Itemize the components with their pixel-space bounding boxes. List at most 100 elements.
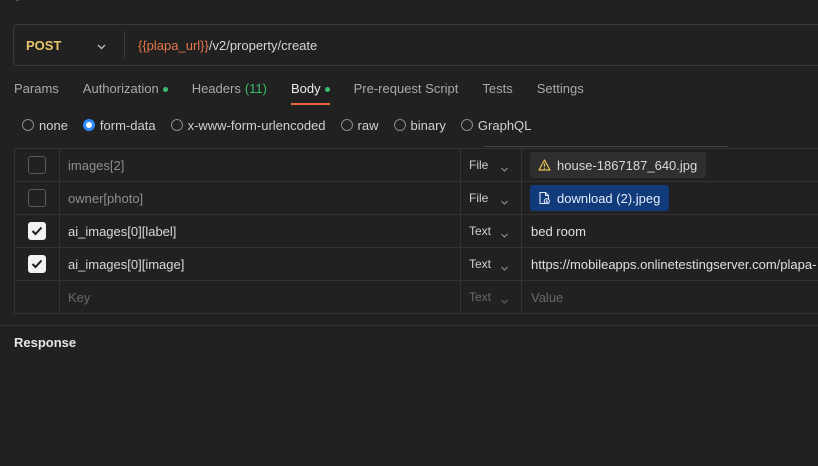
status-dot-icon: [162, 87, 168, 92]
chevron-down-icon: [500, 294, 509, 309]
file-name: download (2).jpeg: [557, 190, 661, 206]
response-heading: Response: [14, 335, 77, 350]
request-url-bar: POST {{plapa_url}}/v2/property/create: [13, 24, 818, 66]
response-divider[interactable]: [0, 325, 818, 326]
chevron-down-icon: [500, 261, 509, 276]
tab-label: Body: [290, 81, 321, 96]
method-label: POST: [26, 37, 62, 53]
key-text: ai_images[0][label]: [68, 223, 177, 239]
type-select[interactable]: Text: [461, 281, 522, 313]
key-text: owner[photo]: [68, 190, 144, 206]
type-label: Text: [469, 224, 492, 238]
radio-label: x-www-form-urlencoded: [187, 117, 326, 133]
file-chip[interactable]: download (2).jpeg: [530, 185, 670, 211]
method-selector[interactable]: POST: [14, 25, 124, 65]
chevron-down-icon: [96, 40, 107, 55]
radio-label: GraphQL: [477, 117, 532, 133]
body-type-selector: none form-data x-www-form-urlencoded raw…: [22, 117, 546, 133]
tab-params[interactable]: Params: [14, 79, 59, 109]
radio-icon: [22, 119, 34, 131]
table-toolbar-divider: [484, 146, 728, 147]
type-label: File: [469, 158, 489, 172]
radio-raw[interactable]: raw: [340, 117, 379, 133]
table-row: ai_images[0][label] Text bed room: [14, 215, 818, 248]
type-select[interactable]: File: [461, 149, 522, 181]
row-checkbox[interactable]: [28, 189, 46, 207]
value-field[interactable]: https://mobileapps.onlinetestingserver.c…: [522, 248, 818, 280]
type-label: File: [469, 191, 489, 205]
key-field[interactable]: ai_images[0][image]: [60, 248, 461, 280]
status-dot-icon: [324, 87, 330, 92]
radio-binary[interactable]: binary: [393, 117, 446, 133]
type-select[interactable]: File: [461, 182, 522, 214]
tab-label: Params: [14, 81, 59, 96]
key-field[interactable]: owner[photo]: [60, 182, 461, 214]
key-field[interactable]: images[2]: [60, 149, 461, 181]
tab-headers[interactable]: Headers (11): [192, 79, 267, 109]
tab-body[interactable]: Body: [290, 79, 330, 109]
tab-authorization[interactable]: Authorization: [83, 79, 168, 109]
file-chip[interactable]: house-1867187_640.jpg: [530, 152, 707, 178]
key-text: images[2]: [68, 157, 125, 173]
window-edge-handle: [16, 0, 19, 1]
tab-label: Tests: [482, 81, 513, 96]
tab-label: Headers: [191, 81, 241, 96]
radio-label: none: [39, 117, 68, 133]
tab-label: Authorization: [82, 81, 159, 96]
tab-settings[interactable]: Settings: [537, 79, 584, 109]
type-label: Text: [469, 290, 492, 304]
tab-tests[interactable]: Tests: [482, 79, 512, 109]
check-icon: [31, 226, 43, 236]
row-checkbox[interactable]: [28, 156, 46, 174]
url-variable: {{plapa_url}}: [138, 37, 209, 53]
check-icon: [31, 259, 43, 269]
value-field[interactable]: bed room: [522, 215, 818, 247]
url-path: /v2/property/create: [208, 37, 318, 53]
value-placeholder: Value: [531, 289, 564, 305]
table-row-empty: Key Text Value: [14, 281, 818, 314]
type-label: Text: [469, 257, 492, 271]
radio-label: form-data: [99, 117, 156, 133]
radio-x-www-form-urlencoded[interactable]: x-www-form-urlencoded: [170, 117, 326, 133]
radio-icon: [393, 119, 406, 131]
new-value-input[interactable]: Value: [522, 281, 818, 313]
file-name: house-1867187_640.jpg: [557, 157, 698, 173]
row-checkbox[interactable]: [28, 222, 46, 240]
type-select[interactable]: Text: [461, 215, 522, 247]
radio-icon: [460, 119, 473, 131]
url-divider: [124, 31, 125, 59]
table-row: owner[photo] File download (2).jpeg: [14, 182, 818, 215]
key-placeholder: Key: [68, 289, 91, 305]
request-tabs: Params Authorization Headers (11) Body Pr…: [14, 79, 608, 109]
url-input[interactable]: {{plapa_url}}/v2/property/create: [138, 38, 317, 53]
tab-pre-request-script[interactable]: Pre-request Script: [354, 79, 459, 109]
tab-label: Pre-request Script: [353, 81, 459, 96]
chevron-down-icon: [500, 228, 509, 243]
tab-label: Settings: [536, 81, 584, 96]
value-field[interactable]: download (2).jpeg: [522, 182, 818, 214]
value-text: https://mobileapps.onlinetestingserver.c…: [531, 256, 817, 272]
table-row: images[2] File house-1867187_640.jpg: [14, 149, 818, 182]
form-data-table: images[2] File house-1867187_640.jpg own…: [14, 148, 818, 314]
headers-count: (11): [244, 81, 267, 96]
radio-form-data[interactable]: form-data: [82, 117, 156, 133]
radio-label: raw: [357, 117, 379, 133]
file-icon: [538, 191, 551, 205]
radio-icon: [170, 119, 183, 131]
value-text: bed room: [531, 223, 586, 239]
radio-none[interactable]: none: [22, 118, 68, 133]
type-select[interactable]: Text: [461, 248, 522, 280]
radio-label: binary: [410, 117, 446, 133]
row-checkbox[interactable]: [28, 255, 46, 273]
chevron-down-icon: [500, 162, 509, 177]
radio-graphql[interactable]: GraphQL: [460, 117, 532, 133]
radio-icon: [340, 119, 353, 131]
chevron-down-icon: [500, 195, 509, 210]
table-row: ai_images[0][image] Text https://mobilea…: [14, 248, 818, 281]
value-field[interactable]: house-1867187_640.jpg: [522, 149, 818, 181]
key-field[interactable]: ai_images[0][label]: [60, 215, 461, 247]
radio-selected-icon: [82, 119, 95, 131]
new-key-input[interactable]: Key: [60, 281, 461, 313]
warning-icon: [538, 159, 551, 171]
key-text: ai_images[0][image]: [68, 256, 185, 272]
